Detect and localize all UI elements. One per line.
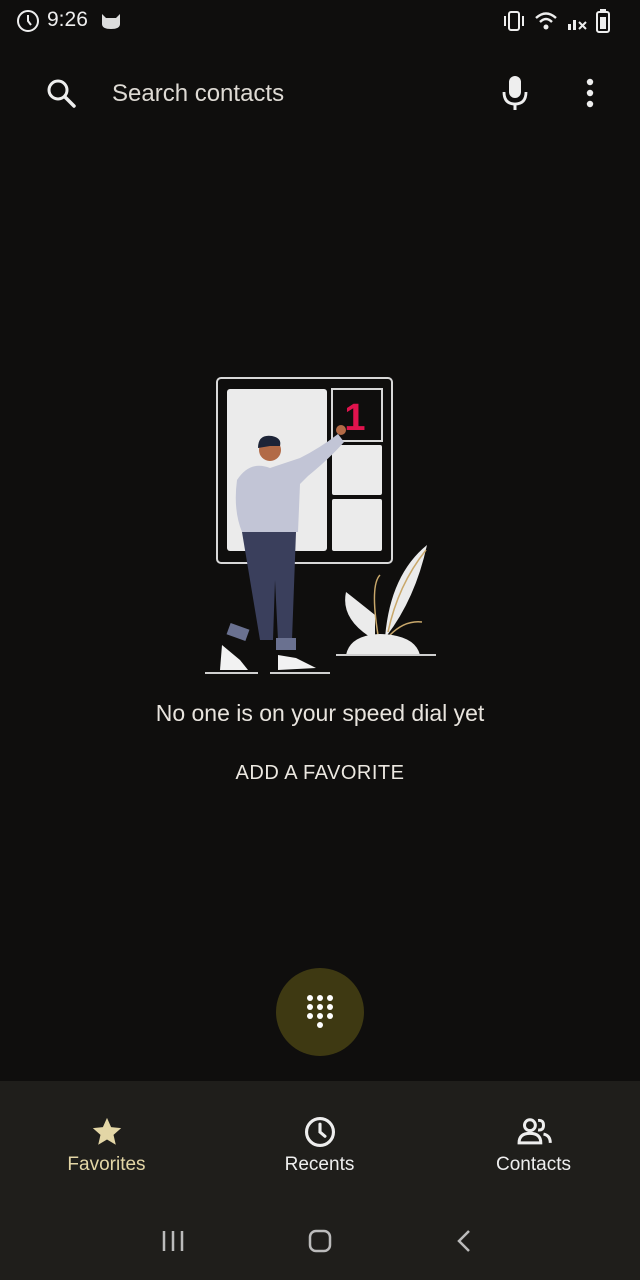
clock-icon — [303, 1115, 337, 1154]
add-favorite-button[interactable]: ADD A FAVORITE — [220, 756, 420, 790]
people-icon — [515, 1115, 553, 1154]
search-input[interactable]: Search contacts — [112, 80, 284, 108]
empty-state-message: No one is on your speed dial yet — [155, 700, 485, 726]
tab-contacts[interactable]: Contacts — [427, 1081, 640, 1201]
battery-icon — [596, 9, 610, 38]
tab-favorites-label: Favorites — [67, 1154, 146, 1175]
back-icon[interactable] — [453, 1229, 477, 1258]
vibrate-icon — [502, 10, 526, 37]
recent-apps-icon[interactable] — [160, 1229, 186, 1258]
status-time: 9:26 — [47, 8, 88, 31]
home-icon[interactable] — [306, 1229, 334, 1258]
tab-recents-label: Recents — [284, 1154, 355, 1175]
system-navigation-bar — [0, 1201, 640, 1280]
wifi-icon — [534, 10, 558, 37]
more-vert-icon[interactable] — [580, 76, 600, 117]
speed-dial-number: 1 — [344, 397, 365, 439]
dialpad-icon — [307, 995, 333, 1028]
bottom-navigation: Favorites Recents Contacts — [0, 1081, 640, 1201]
tab-recents[interactable]: Recents — [213, 1081, 426, 1201]
tab-favorites[interactable]: Favorites — [0, 1081, 213, 1201]
cat-icon — [99, 10, 123, 35]
status-icons — [502, 9, 610, 38]
star-icon — [90, 1115, 124, 1154]
search-icon[interactable] — [44, 76, 78, 115]
signal-icon — [566, 10, 588, 37]
search-bar[interactable]: Search contacts — [0, 60, 640, 130]
dialpad-button[interactable] — [276, 968, 364, 1056]
status-bar: 9:26 — [0, 0, 640, 44]
timer-icon — [16, 9, 40, 38]
tab-contacts-label: Contacts — [496, 1154, 571, 1175]
speed-dial-illustration: 1 — [200, 370, 440, 680]
mic-icon[interactable] — [500, 74, 530, 119]
